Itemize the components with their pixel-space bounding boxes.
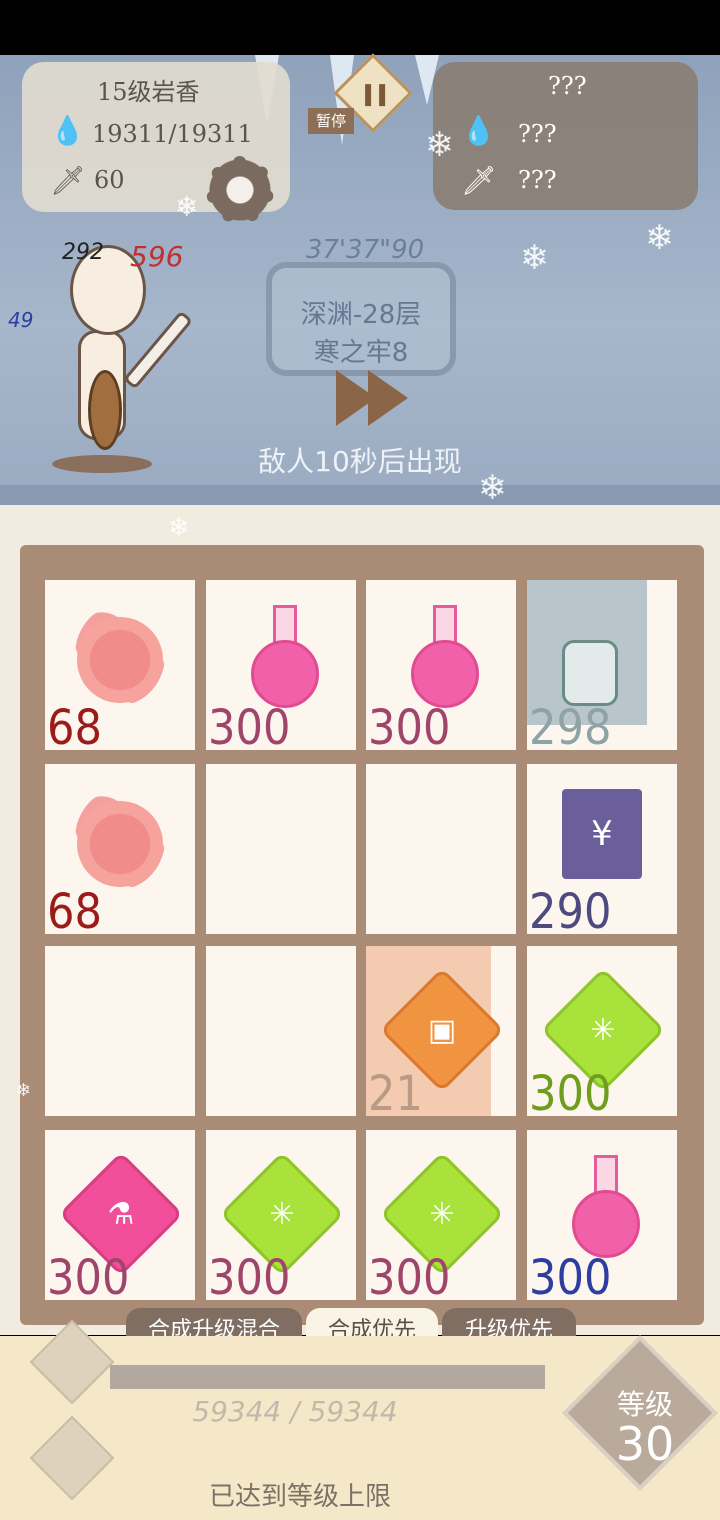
player-hp: 19311/19311 [92,120,253,148]
fast-forward-button[interactable] [330,370,420,430]
damage-number: 596 [130,240,184,273]
snowflake-icon: ❄ [16,1080,32,1101]
snowflake-icon: ❄ [175,190,199,223]
xp-text: 59344 / 59344 [192,1395,398,1428]
enemy-attack: ??? [518,166,557,194]
pink-potion-icon [411,605,479,708]
game-screen: 15级岩香 💧 19311/19311 🗡 60 暂停 ??? 💧 ??? 🗡 … [0,0,720,1520]
snowflake-icon: ❄ [168,513,190,543]
item-count: 300 [47,1250,130,1300]
grid-cell[interactable]: 68 [45,764,195,934]
item-count: 300 [368,700,451,750]
poison-cloud-icon [75,789,165,889]
floor-subname: 寒之牢8 [313,338,409,368]
grid-cell[interactable]: ¥290 [527,764,677,934]
enemy-hp: ??? [518,120,557,148]
max-level-text: 已达到等级上限 [208,1482,391,1512]
level-number: 30 [615,1417,675,1471]
floor-info-box: 深渊-28层 寒之牢8 [266,262,456,376]
shield-value: 292 [62,240,104,265]
enemy-stats-panel: ??? 💧 ??? 🗡 ??? [433,62,698,210]
grid-cell[interactable]: ✳ 300 [206,1130,356,1300]
grid-cell[interactable]: ✳ 300 [527,946,677,1116]
item-count: 300 [529,1066,612,1116]
item-count: 300 [208,700,291,750]
item-count: 300 [529,1250,612,1300]
hp-drop-icon: 💧 [461,114,496,147]
sword-icon: 🗡 [50,164,86,197]
sword-icon: 🗡 [461,164,497,197]
settings-gear-icon[interactable] [200,150,280,230]
grid-cell[interactable]: 300 [527,1130,677,1300]
pink-potion-icon [572,1155,640,1258]
grid-cell[interactable]: ✳ 300 [366,1130,516,1300]
xp-bar [110,1365,545,1389]
player-name: 15级岩香 [97,78,200,106]
pink-potion-icon [251,605,319,708]
poison-cloud-icon [75,605,165,705]
hero-shield [88,370,122,450]
item-count: 21 [368,1066,423,1116]
player-attack: 60 [94,166,125,194]
grid-cell[interactable]: ▣ 21 [366,946,516,1116]
grid-cell[interactable]: 300 [366,580,516,750]
grid-cell[interactable]: ⚗ 300 [45,1130,195,1300]
item-count: 298 [529,700,612,750]
grid-cell[interactable]: 300 [206,580,356,750]
item-count: 68 [47,884,102,934]
grid-cell[interactable]: 68 [45,580,195,750]
yen-document-icon: ¥ [562,789,642,879]
snowflake-icon: ❄ [425,125,454,165]
snowflake-icon: ❄ [520,238,549,278]
item-count: 68 [47,700,102,750]
buff-value: 49 [8,308,34,332]
status-bar [0,0,720,55]
snowflake-icon: ❄ [478,468,507,508]
snowflake-icon: ❄ [645,218,674,258]
grid-cell[interactable] [366,764,516,934]
grid-cell[interactable] [206,764,356,934]
enemy-countdown-text: 敌人10秒后出现 [258,445,462,478]
item-count: 300 [368,1250,451,1300]
item-count: 290 [529,884,612,934]
floor-name: 深渊-28层 [300,300,422,330]
pause-label: 暂停 [308,108,354,134]
hp-drop-icon: 💧 [50,114,85,147]
floor [0,485,720,505]
grid-cell[interactable] [45,946,195,1116]
enemy-name: ??? [548,72,587,100]
level-badge-text: 等级 30 [585,1390,705,1471]
grid-cell[interactable] [206,946,356,1116]
run-timer: 37'37"90 [305,235,425,265]
grid-cell[interactable]: 298 [527,580,677,750]
item-count: 300 [208,1250,291,1300]
